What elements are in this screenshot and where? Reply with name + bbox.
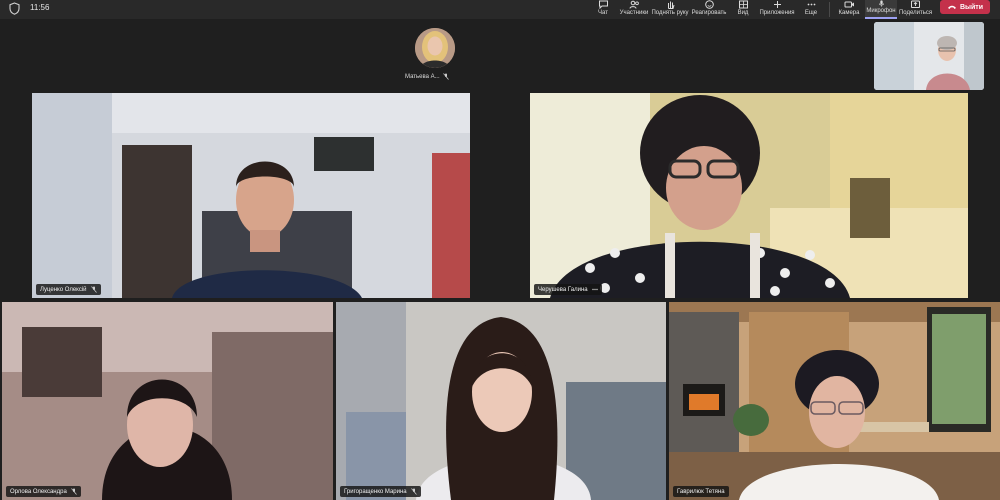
participant-tile[interactable]: Григоращенко Марина [336, 302, 666, 500]
participant-tile[interactable]: Луценко Олексій [32, 93, 470, 298]
camera-button[interactable]: Камера [837, 0, 861, 19]
camera-icon [844, 1, 854, 8]
participant-name-tag: Гаврилюк Тетяна [673, 486, 729, 497]
more-dots-icon [807, 3, 815, 6]
apps-plus-icon [773, 1, 781, 8]
participant-name-tag: Черушева Галина [534, 284, 602, 295]
smile-icon [704, 0, 714, 9]
mic-muted-icon [90, 286, 97, 293]
participant-avatar[interactable] [415, 28, 455, 68]
mic-muted-icon [442, 73, 449, 80]
mic-muted-icon [71, 488, 77, 495]
video-feed [32, 93, 470, 298]
video-feed [2, 302, 333, 500]
hang-up-icon [947, 5, 956, 9]
microphone-icon [878, 0, 884, 7]
video-feed [336, 302, 666, 500]
raise-hand-button[interactable]: Поднять руку [651, 0, 689, 19]
avatar-name-label: Матьева А... [405, 73, 449, 80]
chat-icon [598, 0, 608, 9]
share-screen-icon [911, 0, 920, 8]
mic-muted-icon [410, 488, 417, 495]
self-video-feed [874, 22, 984, 90]
participant-tile[interactable]: Орлова Олександра [2, 302, 333, 500]
microphone-button[interactable]: Микрофон [865, 0, 897, 19]
more-button[interactable]: Еще [803, 0, 819, 19]
avatar-photo [415, 28, 455, 68]
video-feed [530, 93, 968, 298]
self-view-video[interactable] [874, 22, 984, 90]
people-icon [629, 0, 639, 9]
toolbar-divider [829, 2, 830, 17]
meeting-window: 11:56 Чат Участники Поднять руку Реагиро… [0, 0, 1000, 500]
apps-button[interactable]: Приложения [758, 0, 796, 19]
participant-tile-speaking[interactable]: Черушева Галина [530, 93, 968, 298]
more-options-icon[interactable] [591, 286, 598, 293]
shield-icon [9, 2, 20, 15]
participant-name-tag: Луценко Олексій [36, 284, 101, 295]
grid-view-icon [738, 0, 748, 9]
view-button[interactable]: Вид [735, 0, 751, 19]
chat-button[interactable]: Чат [594, 0, 612, 19]
meeting-toolbar: 11:56 Чат Участники Поднять руку Реагиро… [0, 0, 1000, 19]
meeting-time: 11:56 [30, 3, 50, 12]
participant-name-tag: Орлова Олександра [6, 486, 81, 497]
hand-icon [667, 1, 674, 9]
participant-tile[interactable]: Гаврилюк Тетяна [669, 302, 1000, 500]
participants-button[interactable]: Участники [618, 0, 650, 19]
video-feed [669, 302, 1000, 500]
leave-button[interactable]: Выйти [940, 0, 990, 14]
share-button[interactable]: Поделиться [899, 0, 932, 19]
participant-name-tag: Григоращенко Марина [340, 486, 421, 497]
react-button[interactable]: Реагировать [691, 0, 727, 19]
